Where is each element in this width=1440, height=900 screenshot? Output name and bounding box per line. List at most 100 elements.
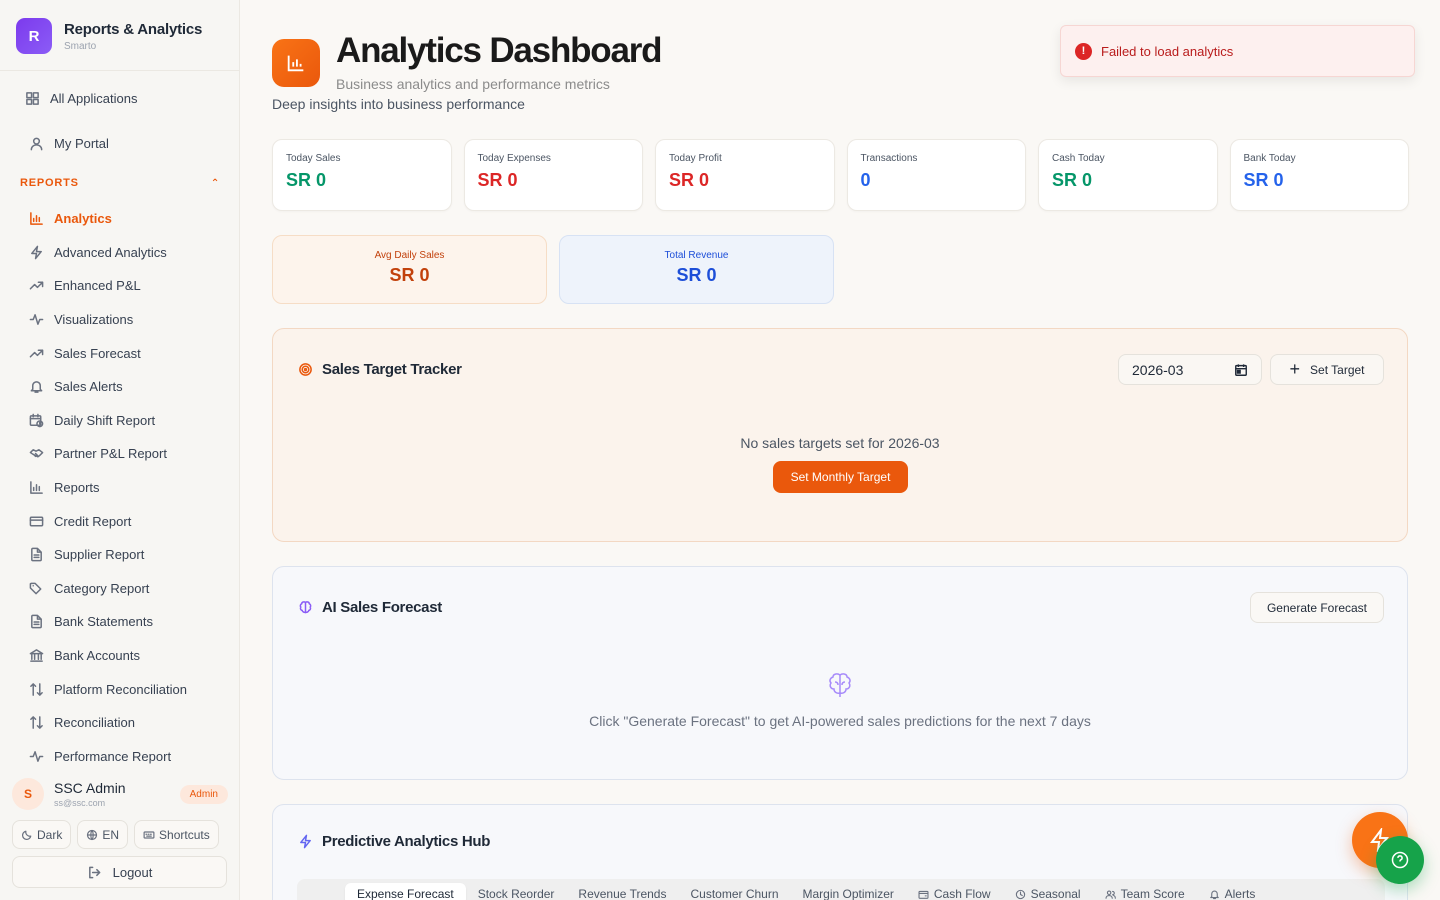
stat-value: SR 0 [1052, 170, 1093, 190]
set-monthly-target-button[interactable]: Set Monthly Target [773, 461, 908, 493]
shortcuts-button[interactable]: Shortcuts [134, 820, 219, 849]
brand-title: Reports & Analytics [64, 20, 203, 38]
month-picker[interactable]: 2026-03 [1118, 354, 1262, 385]
reports-section-header[interactable]: REPORTS ⌃ [20, 177, 220, 189]
credit-card-icon [28, 513, 44, 529]
sales-target-title-text: Sales Target Tracker [322, 361, 462, 378]
language-button[interactable]: EN [77, 820, 129, 849]
avatar: S [12, 778, 44, 810]
stat-value: SR 0 [669, 170, 710, 190]
sidebar-item-label: Partner P&L Report [54, 446, 167, 462]
stat-value: SR 0 [1243, 170, 1284, 190]
bar-chart-icon [28, 211, 44, 227]
sidebar-item-label: Supplier Report [54, 547, 145, 563]
total-revenue-label: Total Revenue [664, 250, 729, 261]
sidebar-item-sales-forecast[interactable]: Sales Forecast [28, 336, 187, 370]
user-profile[interactable]: S SSC Admin ss@ssc.com Admin [12, 778, 228, 810]
tab-margin-optimizer[interactable]: Margin Optimizer [791, 883, 906, 900]
all-applications-label: All Applications [50, 90, 138, 106]
brand-logo: R [16, 18, 52, 54]
sidebar-item-label: Platform Reconciliation [54, 681, 187, 697]
sidebar-item-reports[interactable]: Reports [28, 471, 187, 505]
tab-revenue-trends[interactable]: Revenue Trends [566, 883, 678, 900]
sidebar-item-bank-accounts[interactable]: Bank Accounts [28, 639, 187, 673]
tab-label: Alerts [1224, 887, 1256, 900]
sidebar-item-analytics[interactable]: Analytics [28, 202, 187, 236]
tab-team-score[interactable]: Team Score [1093, 883, 1197, 900]
logout-icon [87, 864, 103, 880]
avg-daily-sales-value: SR 0 [389, 265, 430, 285]
tab-label: Seasonal [1030, 887, 1081, 900]
stat-label: Transactions [860, 153, 918, 164]
stat-card-today-sales: Today Sales SR 0 [272, 139, 452, 211]
tab-stock-reorder[interactable]: Stock Reorder [466, 883, 567, 900]
bell-icon [1209, 888, 1221, 900]
predictive-tabs: Expense Forecast Stock Reorder Revenue Tre… [297, 879, 1385, 900]
sidebar-item-bank-statements[interactable]: Bank Statements [28, 605, 187, 639]
users-icon [1105, 888, 1117, 900]
logout-button[interactable]: Logout [12, 856, 227, 888]
toast-message: Failed to load analytics [1101, 43, 1234, 59]
sidebar-item-label: Sales Forecast [54, 345, 141, 361]
activity-icon [28, 748, 44, 764]
page-subtitle: Business analytics and performance metri… [336, 76, 610, 92]
error-toast[interactable]: ! Failed to load analytics [1060, 25, 1415, 77]
stat-card-today-profit: Today Profit SR 0 [655, 139, 835, 211]
globe-icon [86, 829, 98, 841]
stat-label: Today Profit [669, 153, 722, 164]
forecast-empty-message: Click "Generate Forecast" to get AI-powe… [589, 713, 1091, 729]
set-target-button[interactable]: + Set Target [1270, 354, 1384, 385]
help-button[interactable] [1376, 836, 1424, 884]
ai-forecast-title-text: AI Sales Forecast [322, 599, 442, 616]
tab-customer-churn[interactable]: Customer Churn [678, 883, 790, 900]
tags-icon [28, 580, 44, 596]
sidebar-item-platform-reconciliation[interactable]: Platform Reconciliation [28, 672, 187, 706]
target-icon [297, 362, 313, 378]
sidebar-item-label: Performance Report [54, 748, 172, 764]
sidebar-item-visualizations[interactable]: Visualizations [28, 303, 187, 337]
bar-chart-icon [28, 480, 44, 496]
clock-icon [1015, 888, 1027, 900]
total-revenue-value: SR 0 [676, 265, 717, 285]
sidebar-item-reconciliation[interactable]: Reconciliation [28, 706, 187, 740]
sidebar-item-daily-shift-report[interactable]: Daily Shift Report [28, 404, 187, 438]
brain-icon [825, 671, 855, 701]
brand[interactable]: R Reports & Analytics Smarto [16, 18, 202, 54]
sidebar-item-sales-alerts[interactable]: Sales Alerts [28, 370, 187, 404]
stat-card-cash-today: Cash Today SR 0 [1038, 139, 1218, 211]
role-badge: Admin [179, 784, 228, 804]
language-label: EN [102, 827, 120, 842]
sidebar-item-label: Advanced Analytics [54, 244, 167, 260]
tab-label: Team Score [1120, 887, 1185, 900]
sidebar-item-enhanced-pandl[interactable]: Enhanced P&L [28, 269, 187, 303]
stat-value: SR 0 [286, 170, 327, 190]
sidebar-item-supplier-report[interactable]: Supplier Report [28, 538, 187, 572]
generate-forecast-button[interactable]: Generate Forecast [1250, 592, 1384, 623]
tab-seasonal[interactable]: Seasonal [1003, 883, 1093, 900]
avg-daily-sales-card: Avg Daily Sales SR 0 [272, 235, 547, 304]
stat-label: Today Expenses [477, 153, 551, 164]
sidebar-item-label: Bank Accounts [54, 648, 140, 664]
sidebar-item-performance-report[interactable]: Performance Report [28, 740, 187, 774]
predictive-hub-card: Predictive Analytics Hub Expense Forecas… [272, 804, 1408, 900]
stat-label: Bank Today [1243, 153, 1296, 164]
tab-alerts[interactable]: Alerts [1197, 883, 1268, 900]
sidebar-item-advanced-analytics[interactable]: Advanced Analytics [28, 236, 187, 270]
trending-up-icon [28, 345, 44, 361]
arrows-up-down-icon [28, 681, 44, 697]
all-applications-link[interactable]: All Applications [24, 90, 137, 106]
no-targets-message: No sales targets set for 2026-03 [740, 435, 940, 451]
sidebar-divider [0, 70, 239, 71]
sidebar-item-category-report[interactable]: Category Report [28, 572, 187, 606]
stat-card-bank-today: Bank Today SR 0 [1229, 139, 1409, 211]
user-name: SSC Admin [54, 780, 126, 796]
stat-value: 0 [860, 170, 871, 190]
dark-mode-button[interactable]: Dark [12, 820, 72, 849]
trending-up-icon [28, 278, 44, 294]
sidebar-item-credit-report[interactable]: Credit Report [28, 504, 187, 538]
tab-cash-flow[interactable]: Cash Flow [906, 883, 1003, 900]
tab-expense-forecast[interactable]: Expense Forecast [345, 883, 466, 900]
calendar-clock-icon [28, 412, 44, 428]
my-portal-link[interactable]: My Portal [28, 135, 109, 151]
sidebar-item-partner-pandl-report[interactable]: Partner P&L Report [28, 437, 187, 471]
